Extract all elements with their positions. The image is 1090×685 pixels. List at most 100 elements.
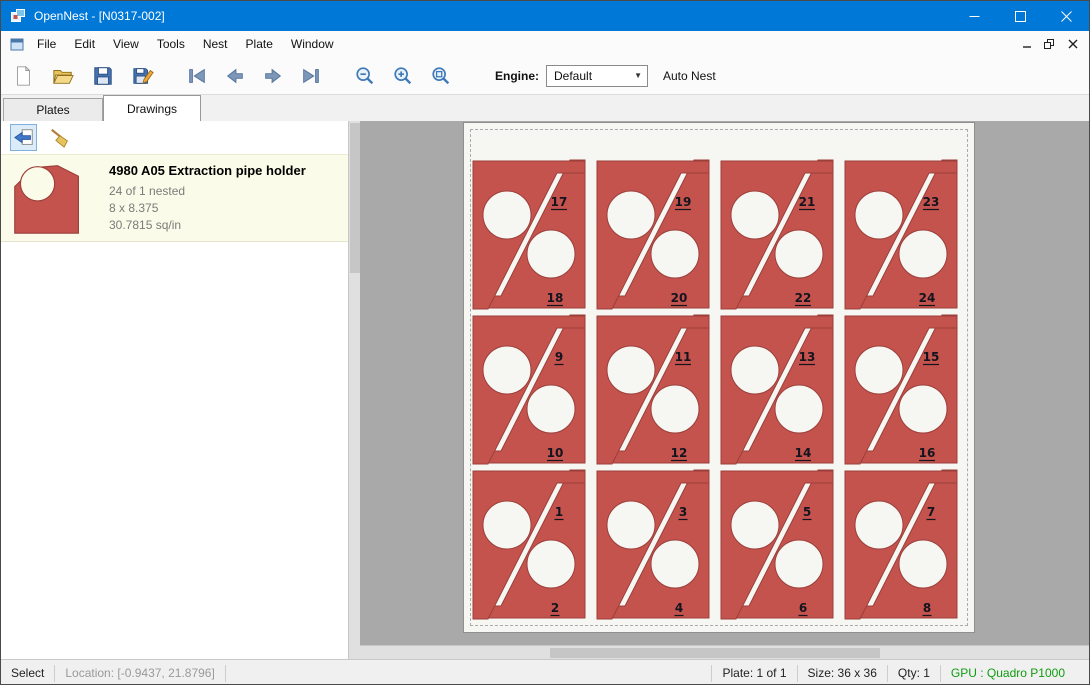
part-pipe-hole	[483, 346, 531, 394]
tab-drawings[interactable]: Drawings	[103, 95, 201, 121]
part-number: 14	[795, 446, 812, 460]
mdi-restore-icon	[1044, 39, 1055, 50]
nest-pair-cell[interactable]: 1718	[467, 157, 591, 312]
drawing-list-item[interactable]: 4980 A05 Extraction pipe holder 24 of 1 …	[1, 154, 348, 242]
go-previous-button[interactable]	[221, 62, 249, 90]
nest-pair-cell[interactable]: 1112	[591, 312, 715, 467]
nest-pair-cell[interactable]: 12	[467, 467, 591, 622]
part-number: 23	[923, 195, 940, 209]
nest-pair-cell[interactable]: 34	[591, 467, 715, 622]
main-area: 4980 A05 Extraction pipe holder 24 of 1 …	[1, 121, 1090, 659]
vertical-scrollbar[interactable]	[348, 121, 360, 659]
go-next-button[interactable]	[259, 62, 287, 90]
new-button[interactable]	[9, 62, 37, 90]
vertical-scrollbar-thumb[interactable]	[350, 123, 360, 273]
part-number: 19	[675, 195, 692, 209]
maximize-button[interactable]	[997, 1, 1043, 31]
part-number: 6	[799, 601, 807, 615]
resize-grip[interactable]	[1075, 660, 1089, 685]
go-first-icon	[186, 65, 208, 87]
menu-plate[interactable]: Plate	[237, 31, 282, 57]
status-qty: Qty: 1	[888, 666, 940, 680]
status-plate: Plate: 1 of 1	[712, 666, 796, 680]
nest-pair-cell[interactable]: 78	[839, 467, 963, 622]
save-edit-button[interactable]	[129, 62, 157, 90]
part-pipe-hole	[731, 346, 779, 394]
save-button[interactable]	[89, 62, 117, 90]
menu-nest[interactable]: Nest	[194, 31, 237, 57]
part-pipe-hole	[855, 191, 903, 239]
nest-pair-cell[interactable]: 23 24	[839, 157, 963, 312]
nest-pair-cell[interactable]: 56	[715, 467, 839, 622]
zoom-fit-button[interactable]	[427, 62, 455, 90]
minimize-icon	[969, 11, 980, 22]
part-pipe-hole	[607, 346, 655, 394]
part-pipe-hole	[527, 385, 575, 433]
zoom-in-icon	[392, 65, 414, 87]
part-pipe-hole	[651, 385, 699, 433]
horizontal-scrollbar-thumb[interactable]	[550, 648, 880, 658]
window-title: OpenNest - [N0317-002]	[34, 9, 165, 23]
zoom-fit-icon	[430, 65, 452, 87]
go-previous-icon	[224, 65, 246, 87]
drawing-item-meta: 4980 A05 Extraction pipe holder 24 of 1 …	[109, 161, 306, 235]
zoom-out-button[interactable]	[351, 62, 379, 90]
nest-pair-cell[interactable]: 910	[467, 312, 591, 467]
drawings-panel-toolbar	[1, 121, 348, 154]
auto-nest-button[interactable]: Auto Nest	[663, 69, 716, 83]
part-number: 8	[923, 601, 931, 615]
main-toolbar: Engine: Default ▼ Auto Nest	[1, 57, 1089, 95]
nest-canvas[interactable]: 171819202122232491011121314151612345678	[360, 121, 1090, 659]
tab-plates[interactable]: Plates	[3, 98, 103, 121]
part-number: 1	[555, 505, 563, 519]
engine-label: Engine:	[495, 69, 539, 83]
engine-select[interactable]: Default ▼	[546, 65, 648, 87]
replace-part-button[interactable]	[10, 124, 37, 151]
zoom-in-button[interactable]	[389, 62, 417, 90]
horizontal-scrollbar[interactable]	[360, 645, 1090, 659]
menu-edit[interactable]: Edit	[65, 31, 104, 57]
part-number: 7	[927, 505, 935, 519]
engine-selected-value: Default	[554, 69, 592, 83]
go-last-button[interactable]	[297, 62, 325, 90]
menu-view[interactable]: View	[104, 31, 148, 57]
part-number: 11	[675, 350, 692, 364]
close-button[interactable]	[1043, 1, 1089, 31]
status-divider	[225, 665, 226, 682]
part-number: 15	[923, 350, 940, 364]
menu-file[interactable]: File	[28, 31, 65, 57]
drawing-area: 30.7815 sq/in	[109, 217, 306, 234]
nest-pair-cell[interactable]: 1516	[839, 312, 963, 467]
mdi-minimize-icon	[1022, 39, 1032, 49]
maximize-icon	[1015, 11, 1026, 22]
mdi-close-button[interactable]	[1061, 34, 1084, 54]
minimize-button[interactable]	[951, 1, 997, 31]
close-icon	[1061, 11, 1072, 22]
part-pipe-hole	[899, 540, 947, 588]
mdi-restore-button[interactable]	[1038, 34, 1061, 54]
part-pipe-hole	[483, 501, 531, 549]
go-next-icon	[262, 65, 284, 87]
clear-button[interactable]	[46, 124, 73, 151]
go-first-button[interactable]	[183, 62, 211, 90]
nest-grid: 171819202122232491011121314151612345678	[467, 157, 963, 622]
part-pipe-hole	[775, 230, 823, 278]
part-pipe-hole	[899, 385, 947, 433]
drawing-title: 4980 A05 Extraction pipe holder	[109, 163, 306, 178]
plate[interactable]: 171819202122232491011121314151612345678	[463, 122, 975, 633]
part-number: 10	[547, 446, 564, 460]
new-file-icon	[12, 65, 34, 87]
nest-pair-cell[interactable]: 2122	[715, 157, 839, 312]
open-button[interactable]	[49, 62, 77, 90]
part-number: 24	[919, 291, 936, 305]
menu-window[interactable]: Window	[282, 31, 343, 57]
part-number: 22	[795, 291, 812, 305]
titlebar[interactable]: OpenNest - [N0317-002]	[1, 1, 1089, 31]
nest-pair-cell[interactable]: 1920	[591, 157, 715, 312]
nest-pair-cell[interactable]: 1314	[715, 312, 839, 467]
status-size: Size: 36 x 36	[798, 666, 887, 680]
part-number: 4	[675, 601, 683, 615]
mdi-document-icon[interactable]	[10, 37, 24, 51]
menu-tools[interactable]: Tools	[148, 31, 194, 57]
mdi-minimize-button[interactable]	[1015, 34, 1038, 54]
